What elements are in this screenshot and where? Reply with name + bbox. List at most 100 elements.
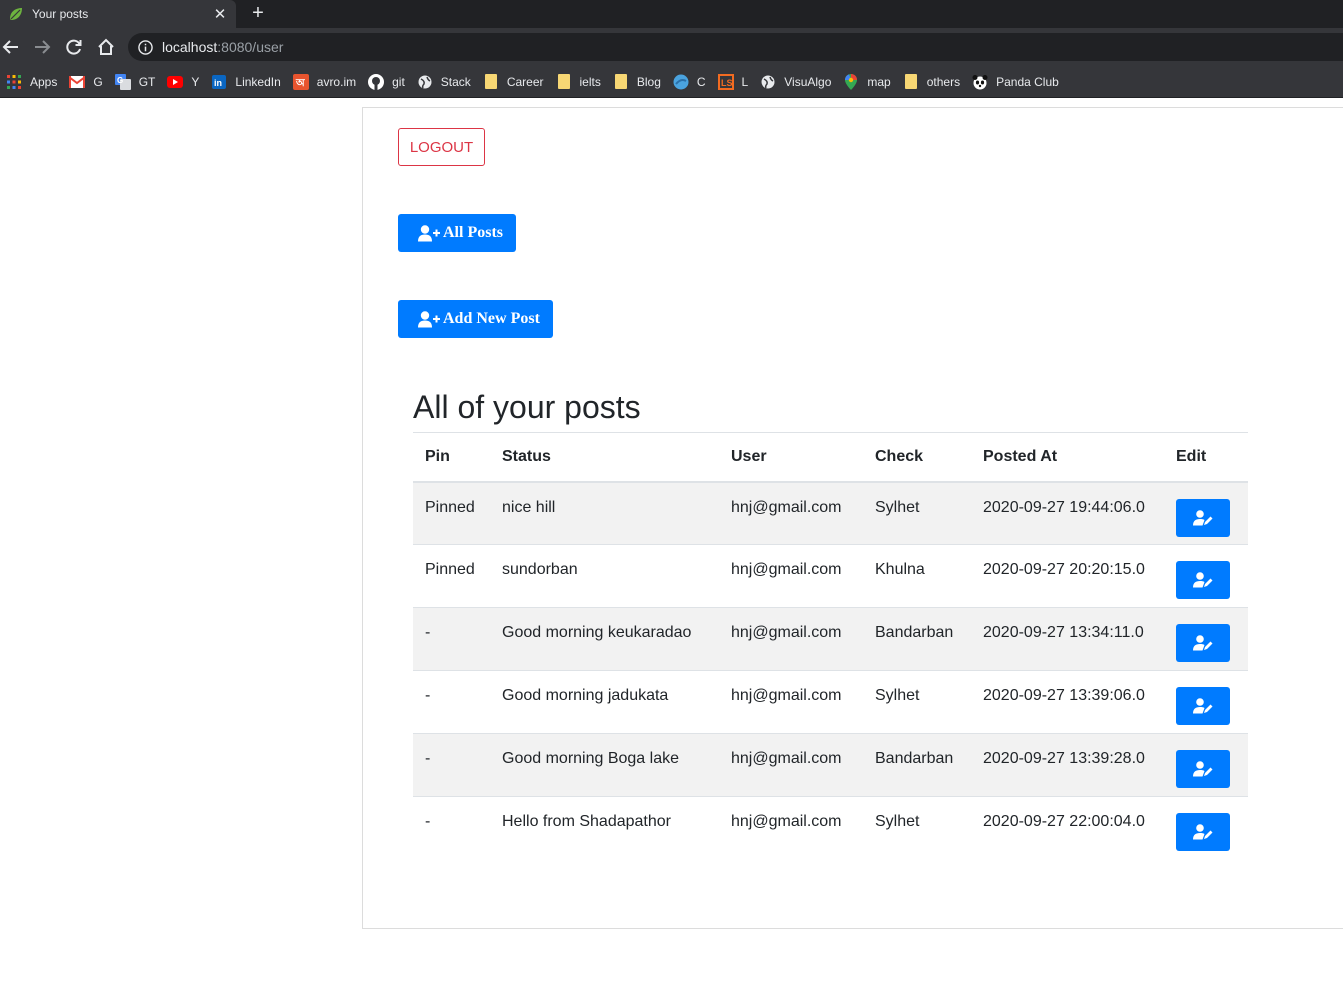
logout-button[interactable]: LOGOUT: [398, 128, 485, 166]
edit-post-button[interactable]: [1176, 687, 1230, 725]
cell-edit: [1164, 481, 1248, 545]
user-edit-icon: [1193, 572, 1213, 588]
cell-pin: Pinned: [413, 481, 490, 545]
bookmark-google-translate[interactable]: G GT: [111, 69, 162, 95]
globe-icon: [760, 74, 776, 90]
user-edit-icon: [1193, 761, 1213, 777]
bookmark-visualgo[interactable]: VisuAlgo: [756, 69, 837, 95]
tab-your-posts[interactable]: Your posts ✕: [0, 0, 236, 28]
cell-status: nice hill: [490, 481, 719, 545]
tab-strip: Your posts ✕ +: [0, 0, 1343, 28]
url-host: localhost: [162, 39, 218, 55]
table-row: Pinned nice hill hnj@gmail.com Sylhet 20…: [413, 481, 1248, 545]
bookmark-map[interactable]: map: [839, 69, 896, 95]
cell-posted-at: 2020-09-27 13:39:28.0: [971, 733, 1164, 797]
page-title: All of your posts: [413, 389, 641, 425]
google-translate-icon: G: [114, 73, 131, 90]
close-icon[interactable]: ✕: [210, 4, 230, 24]
user-edit-icon: [1193, 509, 1213, 525]
user-plus-icon: [418, 310, 440, 328]
cell-pin: -: [413, 607, 490, 671]
header-pin: Pin: [413, 432, 490, 483]
bookmark-gmail[interactable]: G: [65, 69, 108, 95]
bookmark-apps[interactable]: Apps: [2, 69, 63, 95]
address-bar[interactable]: localhost:8080/user: [128, 33, 1343, 61]
posts-table: Pin Status User Check Posted At Edit Pin…: [413, 432, 1248, 860]
linkedin-icon: in: [211, 74, 227, 90]
cell-posted-at: 2020-09-27 13:34:11.0: [971, 607, 1164, 671]
new-tab-icon[interactable]: +: [247, 2, 269, 24]
bookmark-folder-others[interactable]: others: [899, 69, 966, 95]
all-posts-button[interactable]: All Posts: [398, 214, 516, 252]
youtube-icon: [167, 74, 184, 90]
cell-status: Good morning jadukata: [490, 670, 719, 734]
cell-edit: [1164, 733, 1248, 797]
folder-icon: [556, 74, 572, 90]
svg-text:LS: LS: [721, 78, 733, 88]
info-icon[interactable]: [137, 39, 153, 55]
bookmark-folder-career[interactable]: Career: [479, 69, 550, 95]
ls-icon: LS: [717, 73, 734, 90]
cell-posted-at: 2020-09-27 19:44:06.0: [971, 481, 1164, 545]
header-check: Check: [863, 432, 971, 483]
table-row: Pinned sundorban hnj@gmail.com Khulna 20…: [413, 544, 1248, 608]
bookmark-avro[interactable]: অ avro.im: [289, 69, 362, 95]
header-posted-at: Posted At: [971, 432, 1164, 483]
bookmark-l[interactable]: LS L: [714, 69, 755, 95]
table-row: - Good morning jadukata hnj@gmail.com Sy…: [413, 670, 1248, 734]
cell-status: sundorban: [490, 544, 719, 608]
bookmark-panda-club[interactable]: Panda Club: [968, 69, 1065, 95]
cell-check: Bandarban: [863, 733, 971, 797]
cell-edit: [1164, 796, 1248, 860]
cell-user: hnj@gmail.com: [719, 544, 863, 608]
edit-post-button[interactable]: [1176, 624, 1230, 662]
user-plus-icon: [418, 224, 440, 242]
reload-icon[interactable]: [63, 36, 85, 58]
bookmark-folder-blog[interactable]: Blog: [609, 69, 667, 95]
bookmark-c[interactable]: C: [669, 69, 712, 95]
header-user: User: [719, 432, 863, 483]
bookmark-youtube[interactable]: Y: [163, 69, 205, 95]
cell-posted-at: 2020-09-27 20:20:15.0: [971, 544, 1164, 608]
bookmark-linkedin[interactable]: in LinkedIn: [207, 69, 286, 95]
browser-toolbar: localhost:8080/user: [0, 28, 1343, 66]
cell-user: hnj@gmail.com: [719, 733, 863, 797]
cell-check: Bandarban: [863, 607, 971, 671]
apps-grid-icon: [6, 74, 22, 90]
all-posts-label: All Posts: [443, 224, 503, 241]
user-edit-icon: [1193, 824, 1213, 840]
bookmark-git[interactable]: git: [364, 69, 411, 95]
table-row: - Good morning keukaradao hnj@gmail.com …: [413, 607, 1248, 671]
url-path: :8080/user: [217, 39, 284, 55]
globe-icon: [417, 74, 433, 90]
cell-edit: [1164, 607, 1248, 671]
edit-post-button[interactable]: [1176, 750, 1230, 788]
blue-circle-icon: [673, 74, 689, 90]
edit-post-button[interactable]: [1176, 498, 1230, 537]
cell-user: hnj@gmail.com: [719, 481, 863, 545]
cell-check: Khulna: [863, 544, 971, 608]
cell-pin: -: [413, 796, 490, 860]
bookmark-folder-ielts[interactable]: ielts: [552, 69, 607, 95]
github-icon: [368, 73, 385, 90]
bookmark-stack[interactable]: Stack: [413, 69, 477, 95]
svg-text:G: G: [117, 76, 123, 85]
folder-icon: [613, 74, 629, 90]
add-new-post-button[interactable]: Add New Post: [398, 300, 553, 338]
table-header-row: Pin Status User Check Posted At Edit: [413, 432, 1248, 483]
edit-post-button[interactable]: [1176, 813, 1230, 851]
page-viewport: LOGOUT All Posts Add New Post All of you…: [0, 98, 1343, 991]
home-icon[interactable]: [95, 36, 117, 58]
cell-pin: -: [413, 670, 490, 734]
cell-check: Sylhet: [863, 796, 971, 860]
folder-icon: [903, 74, 919, 90]
tab-title: Your posts: [32, 7, 89, 21]
table-row: - Good morning Boga lake hnj@gmail.com B…: [413, 733, 1248, 797]
svg-text:in: in: [214, 78, 222, 88]
back-icon[interactable]: [0, 36, 22, 58]
cell-check: Sylhet: [863, 481, 971, 545]
table-row: - Hello from Shadapathor hnj@gmail.com S…: [413, 796, 1248, 860]
panda-icon: [972, 74, 988, 90]
forward-icon[interactable]: [31, 36, 53, 58]
edit-post-button[interactable]: [1176, 561, 1230, 599]
